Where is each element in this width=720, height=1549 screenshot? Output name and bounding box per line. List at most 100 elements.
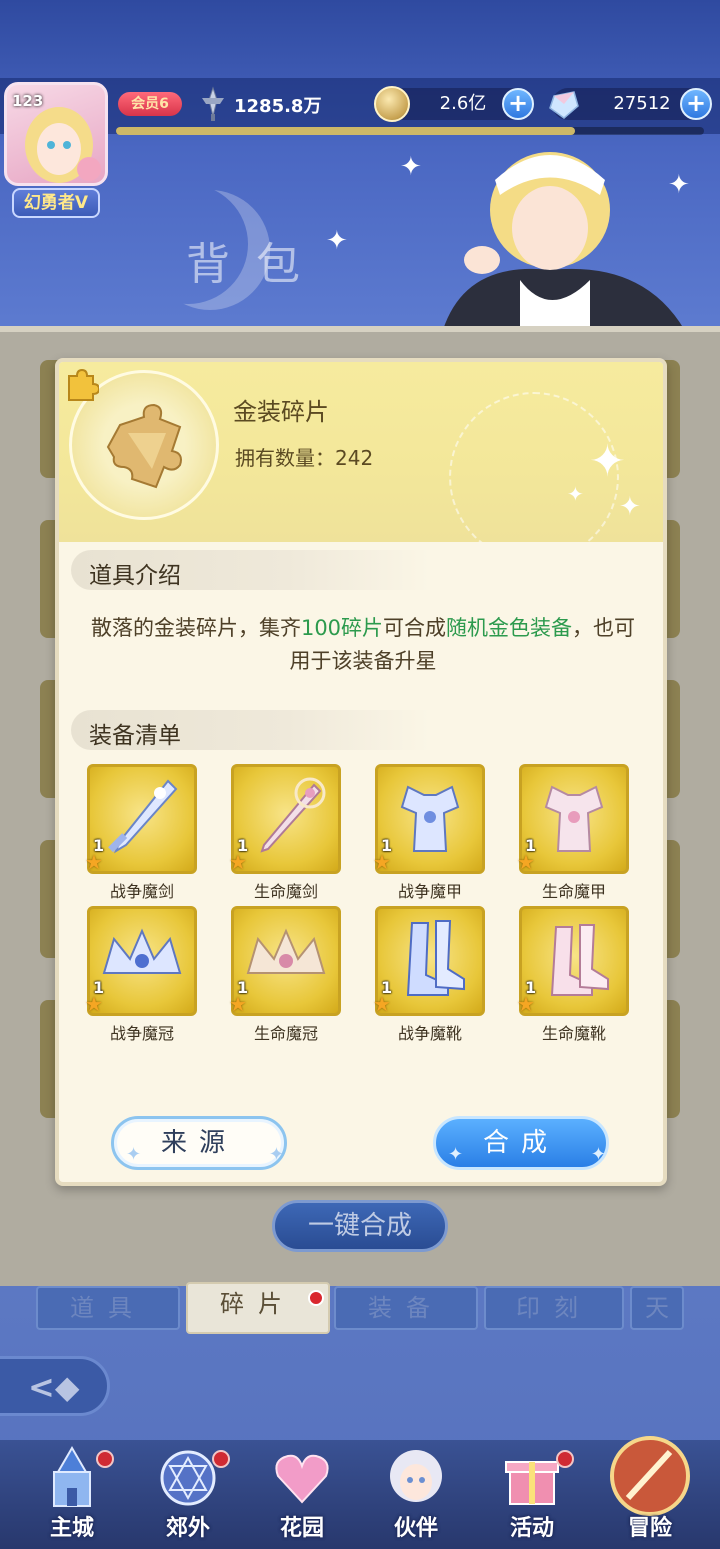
equipment-item[interactable]: 1 ★ 生命魔靴: [517, 906, 629, 1046]
boots-icon: [406, 920, 465, 996]
nav-label: 花园: [279, 1516, 324, 1541]
nav-label: 郊外: [165, 1516, 210, 1541]
nav-label: 主城: [49, 1516, 94, 1541]
item-count-label: 拥有数量: [235, 446, 315, 470]
heart-icon: [275, 1454, 329, 1504]
equipment-tile: [231, 906, 341, 1016]
desc-highlight: 100碎片: [300, 616, 384, 640]
notification-dot: [212, 1450, 230, 1468]
add-gold-button[interactable]: +: [502, 88, 534, 120]
equipment-item[interactable]: 1 ★ 战争魔冠: [85, 906, 197, 1046]
gift-icon: [505, 1461, 559, 1505]
nav-label: 冒险: [627, 1516, 672, 1541]
nav-outskirts[interactable]: 郊外: [138, 1442, 238, 1546]
equipment-item[interactable]: 1 ★ 生命魔甲: [517, 764, 629, 904]
equipment-item[interactable]: 1 ★ 生命魔冠: [229, 906, 341, 1046]
one-key-compose-button[interactable]: 一键合成: [272, 1200, 448, 1252]
crown-icon: [246, 928, 326, 974]
sword-orb-icon: [610, 1436, 690, 1516]
equipment-name: 生命魔冠: [253, 1024, 318, 1043]
exp-progress-fill: [116, 127, 575, 135]
tab-fragments[interactable]: 碎片: [186, 1282, 330, 1334]
equipment-name: 生命魔甲: [541, 882, 606, 901]
equipment-name: 战争魔冠: [109, 1024, 174, 1043]
item-name: 金装碎片: [233, 398, 329, 426]
source-button[interactable]: ✦ 来源 ✦: [111, 1116, 287, 1170]
equipment-list-title: 装备清单: [89, 723, 181, 749]
castle-icon: [53, 1446, 91, 1507]
partner-avatar-icon: [390, 1450, 442, 1502]
intro-section-header: 道具介绍: [71, 550, 431, 590]
sparkle-icon: ✦: [619, 492, 641, 522]
vip-badge[interactable]: 会员6: [118, 92, 182, 116]
equipment-tile: [519, 764, 629, 874]
exp-progress-bar: [116, 127, 704, 135]
source-button-label: 来源: [160, 1128, 237, 1158]
nav-partner[interactable]: 伙伴: [366, 1442, 466, 1546]
item-count: 拥有数量：242: [235, 446, 374, 470]
star-icon: ★: [517, 992, 535, 1016]
equipment-item[interactable]: 1 ★ 战争魔甲: [373, 764, 485, 904]
sparkle-icon: ✦: [589, 436, 626, 487]
notification-dot: [556, 1450, 574, 1468]
player-title-badge: 幻勇者V: [12, 188, 100, 218]
desc-text: 散落的金装碎片，集齐: [90, 616, 301, 640]
desc-highlight: 随机金色装备: [446, 616, 573, 640]
tab-more[interactable]: 天: [630, 1286, 684, 1330]
nav-adventure[interactable]: 冒险: [600, 1436, 700, 1546]
equipment-item[interactable]: 1 ★ 战争魔靴: [373, 906, 485, 1046]
sparkle-icon: ✦: [567, 482, 584, 506]
nav-main-city[interactable]: 主城: [22, 1442, 122, 1546]
star-icon: ★: [85, 992, 103, 1016]
sparkle-icon: ✦: [590, 1144, 606, 1165]
armor-icon: [544, 785, 604, 852]
equipment-tile: [87, 764, 197, 874]
nav-garden[interactable]: 花园: [252, 1442, 352, 1546]
compose-button-label: 合成: [482, 1128, 559, 1158]
magic-circle-icon: [160, 1450, 216, 1506]
tab-equipment[interactable]: 装备: [334, 1286, 478, 1330]
star-icon: ★: [85, 850, 103, 874]
page-title: 背包: [186, 239, 326, 290]
star-icon: ★: [229, 992, 247, 1016]
armor-icon: [400, 785, 460, 852]
tab-items[interactable]: 道具: [36, 1286, 180, 1330]
nav-label: 活动: [509, 1516, 554, 1541]
sparkle-icon: ✦: [126, 1144, 142, 1165]
equipment-tile: [375, 764, 485, 874]
item-count-value: 242: [335, 446, 374, 470]
equipment-name: 战争魔甲: [397, 882, 462, 901]
sparkle-icon: ✦: [448, 1144, 464, 1165]
item-description: 散落的金装碎片，集齐100碎片可合成随机金色装备，也可用于该装备升星: [89, 612, 637, 678]
nav-activity[interactable]: 活动: [482, 1442, 582, 1546]
intro-section-title: 道具介绍: [89, 563, 181, 589]
maid-character-art: [442, 152, 685, 330]
add-gem-button[interactable]: +: [680, 88, 712, 120]
boots-icon: [550, 924, 609, 996]
notification-dot: [308, 1290, 324, 1306]
staff-icon: [260, 777, 326, 853]
equipment-tile: [375, 906, 485, 1016]
sword-icon: [108, 779, 178, 854]
modal-header: ✦ ✦ ✦ 金装碎片 拥有数量：242: [59, 362, 663, 542]
equipment-list-header: 装备清单: [71, 710, 431, 750]
equipment-name: 生命魔剑: [253, 882, 318, 901]
item-detail-modal: ✦ ✦ ✦ 金装碎片 拥有数量：242 道具介绍 散落的金装碎片，集齐100碎片…: [55, 358, 667, 1186]
top-banner: ✦ ✦ ✦: [0, 0, 720, 330]
equipment-item[interactable]: 1 ★ 战争魔剑: [85, 764, 197, 904]
sparkle-icon: ✦: [326, 226, 348, 256]
notification-dot: [96, 1450, 114, 1468]
equipment-tile: [519, 906, 629, 1016]
power-value: 1285.8万: [234, 96, 322, 117]
nav-label: 伙伴: [393, 1516, 438, 1541]
equipment-item[interactable]: 1 ★ 生命魔剑: [229, 764, 341, 904]
tab-engrave[interactable]: 印刻: [484, 1286, 624, 1330]
star-icon: ★: [517, 850, 535, 874]
compose-button[interactable]: ✦ 合成 ✦: [433, 1116, 609, 1170]
equipment-name: 战争魔剑: [109, 882, 174, 901]
desc-text: 可合成: [383, 616, 447, 640]
equipment-name: 战争魔靴: [397, 1024, 462, 1043]
crown-icon: [102, 928, 182, 974]
sparkle-icon: ✦: [268, 1144, 284, 1165]
equipment-tile: [231, 764, 341, 874]
